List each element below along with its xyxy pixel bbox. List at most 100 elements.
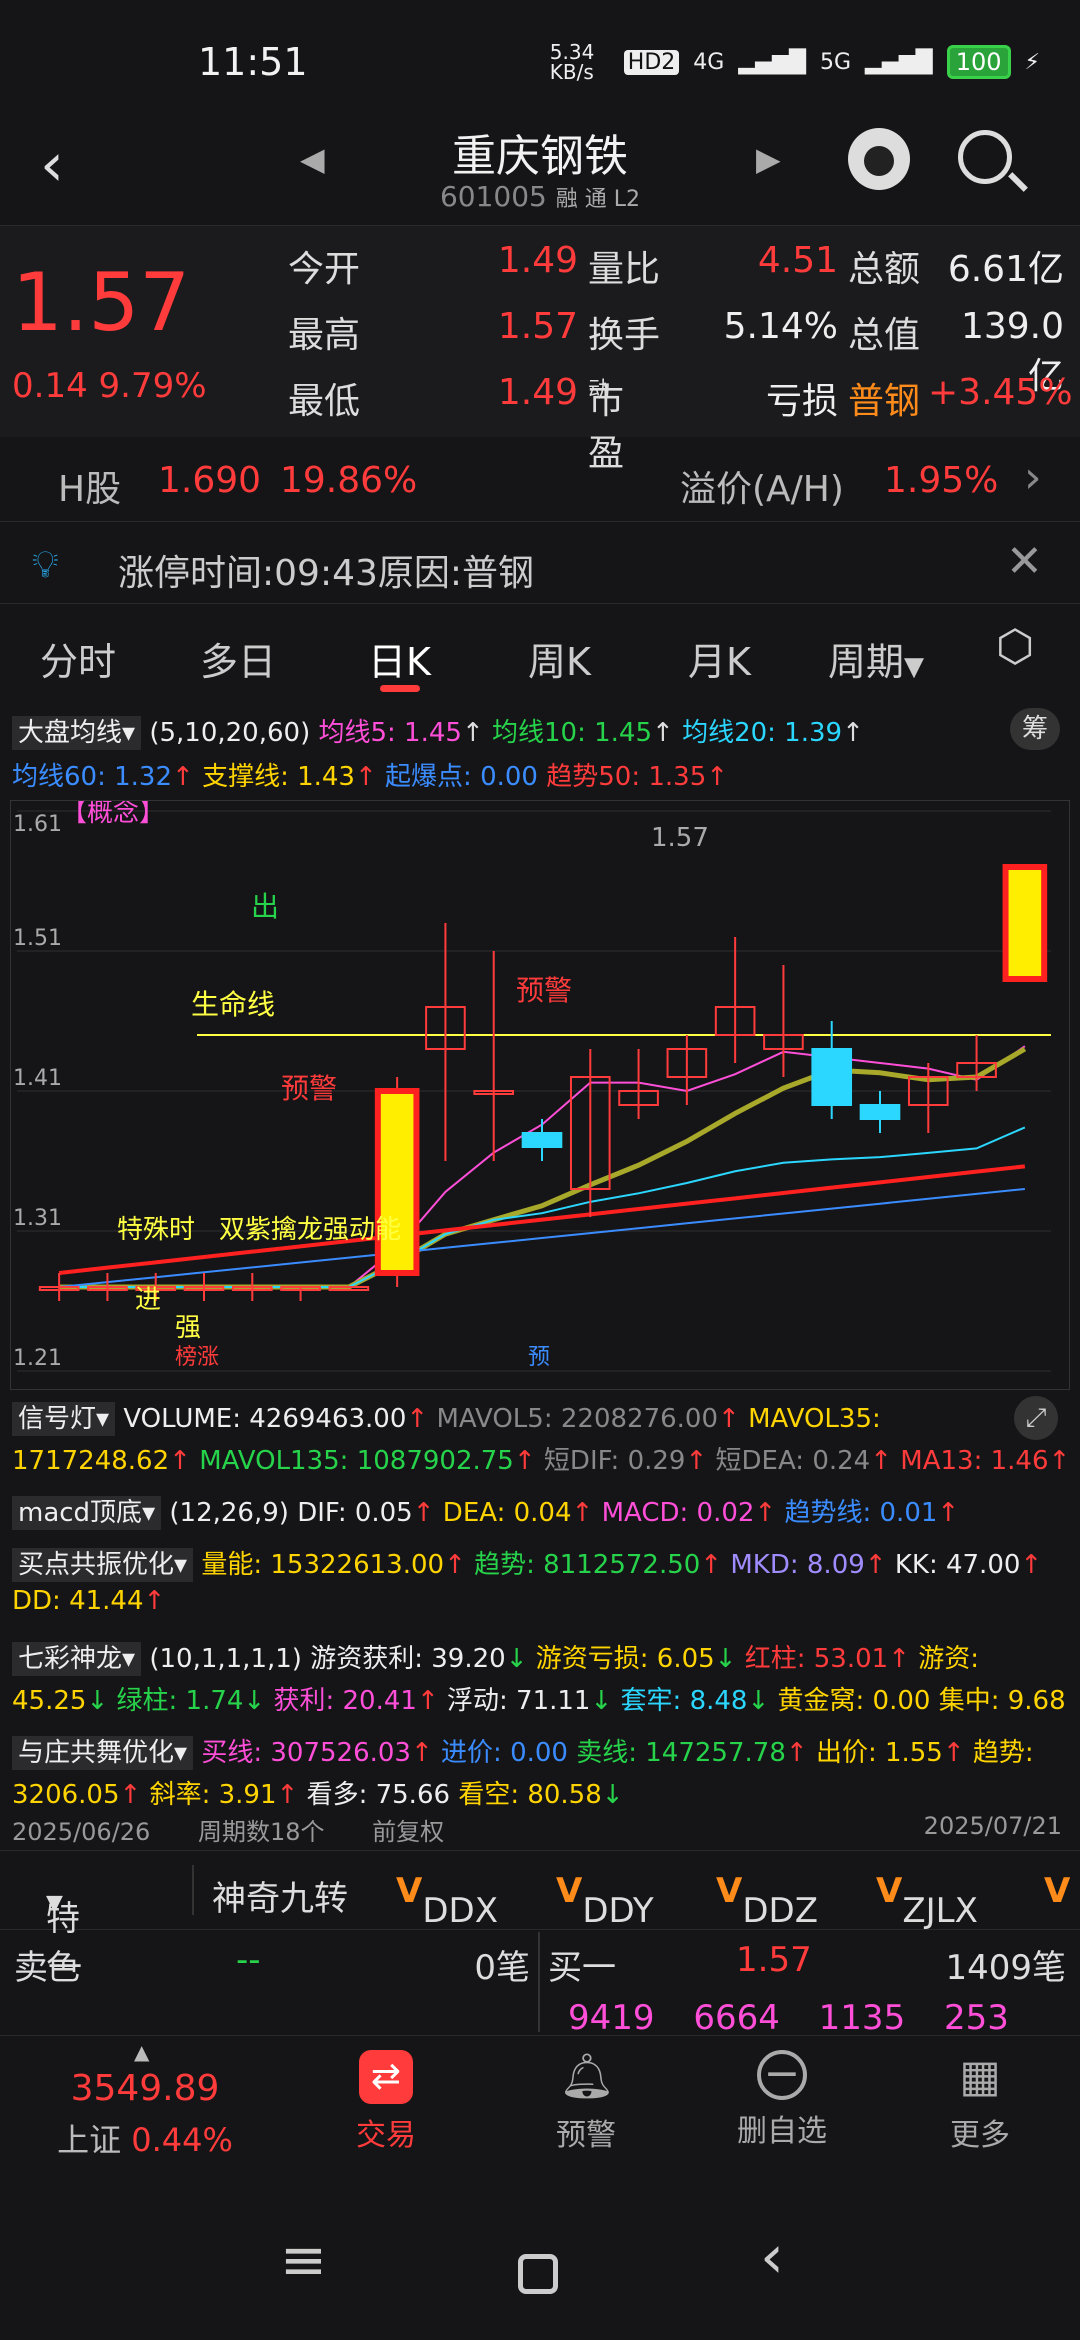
hot-loss-arrow: ↓: [714, 1644, 737, 1674]
buy1-label: 买一: [548, 1948, 616, 1988]
nav-remove-label: 删自选: [737, 2114, 827, 2149]
signal-row-2: 1717248.62↑ MAVOL135: 1087902.75↑ 短DIF: …: [12, 1440, 1080, 1477]
ma-selector[interactable]: 大盘均线▾: [12, 716, 142, 750]
trend-arrow: ↑: [700, 1550, 723, 1580]
zjlx-item[interactable]: V ZJLX: [876, 1871, 978, 1931]
low-value: 1.49: [497, 372, 578, 413]
quote-panel: 1.57 0.14 9.79% 今开 1.49 量比 4.51 总额 6.61亿…: [0, 225, 1080, 474]
index-pct: 0.44%: [131, 2121, 233, 2159]
nav-remove[interactable]: − 删自选: [722, 2050, 842, 2150]
mascot-icon[interactable]: [848, 128, 910, 190]
short-dif-arrow: ↑: [685, 1446, 708, 1476]
y-tick-label: 1.51: [13, 926, 62, 951]
energy: 量能: 15322613.00: [201, 1550, 445, 1580]
sector-label[interactable]: 普钢: [848, 372, 920, 424]
trend2-value: 3206.05: [12, 1780, 120, 1810]
bottom-nav: ▲ 3549.89 上证 0.44% ⇄ 交易 🔔︎ 预警 − 删自选 ▦ 更多: [0, 2035, 1080, 2175]
turnover-label: 换手: [588, 315, 661, 356]
h-share-row[interactable]: H股 1.690 19.86% 溢价(A/H) 1.95% ›: [0, 440, 1080, 522]
h-share-label: H股: [58, 469, 122, 510]
ddx-item[interactable]: V DDX: [396, 1871, 498, 1931]
charging-icon: ⚡: [1024, 49, 1040, 75]
date-bar: 2025/06/26 周期数18个 前复权 2025/07/21: [12, 1812, 1072, 1847]
close-icon[interactable]: ✕: [1006, 536, 1043, 587]
caret-up-icon: ▲: [134, 2040, 150, 2064]
nav-trade[interactable]: ⇄ 交易: [326, 2050, 446, 2154]
tab-weekly[interactable]: 周K: [528, 631, 591, 686]
home-icon[interactable]: [518, 2254, 558, 2294]
ddy-item[interactable]: V DDY: [556, 1871, 654, 1931]
stock-code: 601005: [439, 180, 547, 213]
menu-icon[interactable]: ≡: [280, 2228, 327, 2293]
tab-period[interactable]: 周期▼: [828, 631, 924, 686]
volratio-label: 量比: [588, 249, 661, 290]
index-widget[interactable]: 3549.89 上证 0.44%: [0, 2068, 290, 2161]
buy1-qty: 1409笔: [945, 1948, 1066, 1988]
feature-dropdown-icon: ▼: [46, 1891, 63, 1916]
kline-chart[interactable]: 1.61 1.51 1.41 1.31 1.21 【概念】 生命线出预警 预警 特殊时 双紫擒龙强…: [10, 798, 1070, 1390]
dragon-selector[interactable]: 七彩神龙▾: [12, 1642, 142, 1676]
mavol35: MAVOL35:: [748, 1404, 881, 1434]
dd-arrow: ↑: [143, 1586, 166, 1616]
warn-label-2: 预警: [516, 974, 572, 1007]
chevron-right-icon[interactable]: ›: [1024, 452, 1042, 503]
pe-label: 市盈动: [588, 372, 624, 474]
y-tick-label: 1.61: [13, 812, 62, 837]
mavol35-value: 1717248.62: [12, 1446, 170, 1476]
nav-alert-label: 预警: [556, 2118, 616, 2153]
kline-svg: 1.611.511.411.311.21【概念】生命线出预警预警特殊时 双紫擒龙强…: [13, 798, 1051, 1372]
dropdown-icon: ▼: [904, 652, 925, 682]
turnover-value: 5.14%: [723, 306, 838, 347]
gain-arrow: ↑: [416, 1686, 439, 1716]
tab-minute[interactable]: 分时: [40, 631, 116, 686]
warn-label: 预警: [281, 1072, 337, 1105]
buy-line: 买线: 307526.03: [201, 1738, 411, 1768]
signal-icon: ▂▄▆█: [738, 49, 806, 75]
red-bar: 红柱: 53.01: [744, 1644, 889, 1674]
bell-icon: 🔔︎: [559, 2051, 615, 2102]
hot-money-arrow: ↓: [86, 1686, 109, 1716]
tab-daily[interactable]: 日K: [368, 631, 431, 686]
macd-trend-arrow: ↑: [937, 1498, 960, 1528]
short-dea: 短DEA: 0.24: [715, 1446, 871, 1476]
hot-label: 榜涨: [175, 1345, 219, 1370]
net-5g: 5G: [820, 49, 852, 75]
signal-selector[interactable]: 信号灯▾: [12, 1402, 116, 1436]
macd-params: (12,26,9): [169, 1498, 289, 1528]
signal-selector-label: 信号灯: [18, 1404, 97, 1434]
amount-label: 总额: [848, 249, 921, 290]
support-arrow: ↑: [354, 762, 377, 792]
change-pct: 9.79%: [98, 366, 207, 406]
back-nav-icon[interactable]: ‹: [760, 2222, 784, 2292]
next-stock-icon[interactable]: ▶: [756, 140, 781, 178]
ma-params: (5,10,20,60): [149, 718, 311, 748]
macd-value-arrow: ↑: [754, 1498, 777, 1528]
candle-body: [374, 1088, 420, 1276]
dragon-label: 双紫擒龙强动能: [219, 1215, 401, 1245]
expand-icon[interactable]: ⤢: [1014, 1396, 1058, 1440]
stock-name: 重庆钢铁: [452, 131, 628, 182]
nav-more[interactable]: ▦ 更多: [920, 2050, 1040, 2154]
nine-turn[interactable]: 神奇九转: [212, 1871, 348, 1920]
trend2: 趋势:: [972, 1738, 1034, 1768]
tab-multiday[interactable]: 多日: [200, 631, 276, 686]
mcap-label: 总值: [848, 315, 921, 356]
bulb-icon: 💡︎: [32, 542, 59, 586]
y-tick-label: 1.41: [13, 1066, 62, 1091]
ddz-item[interactable]: V DDZ: [716, 1871, 818, 1931]
stock-code-row: 601005 融 通 L2: [0, 180, 1080, 213]
last-price: 1.57: [12, 256, 191, 349]
trap-arrow: ↓: [747, 1686, 770, 1716]
hd-badge: HD2: [623, 49, 680, 75]
burst-point: 起爆点: 0.00: [385, 762, 538, 792]
nav-alert[interactable]: 🔔︎ 预警: [526, 2050, 646, 2154]
sector-value: +3.45%: [928, 372, 1073, 413]
dance-selector[interactable]: 与庄共舞优化▾: [12, 1736, 194, 1770]
float: 浮动: 71.11: [447, 1686, 591, 1716]
buy-point-selector[interactable]: 买点共振优化▾: [12, 1548, 194, 1582]
settings-icon[interactable]: ⬡: [996, 621, 1034, 672]
search-icon[interactable]: [958, 130, 1012, 184]
chip-button[interactable]: 筹: [1010, 708, 1060, 750]
macd-selector[interactable]: macd顶底▾: [12, 1496, 162, 1530]
tab-monthly[interactable]: 月K: [688, 631, 751, 686]
